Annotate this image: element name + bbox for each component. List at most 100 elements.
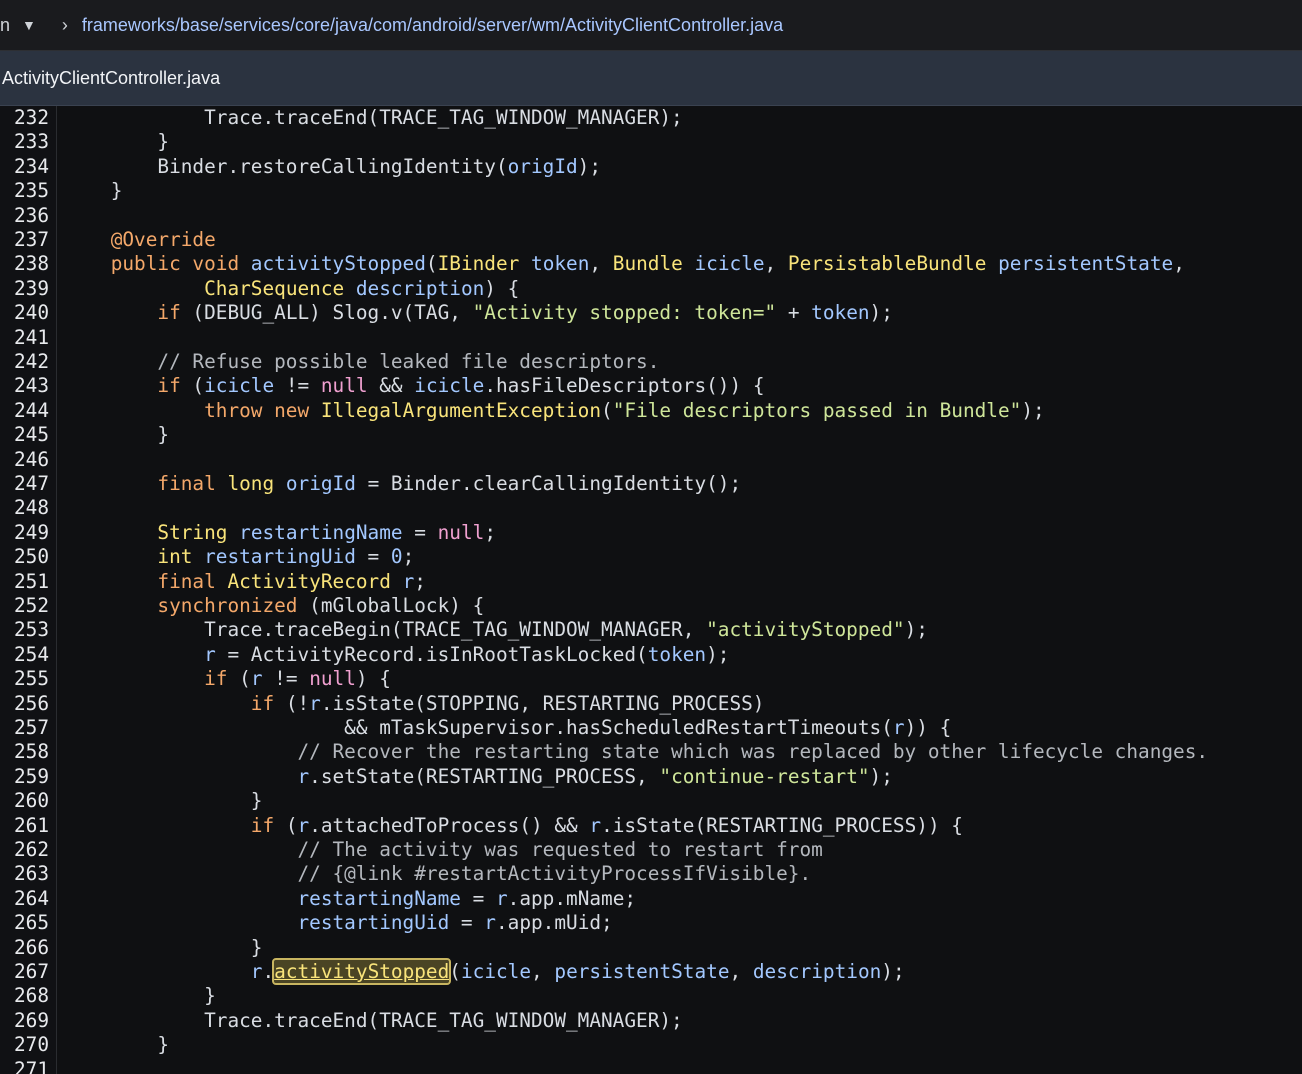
code-token[interactable]: restartingName — [297, 887, 460, 910]
code-token[interactable]: token — [648, 643, 706, 666]
code-line: // The activity was requested to restart… — [64, 838, 822, 862]
code-token[interactable]: long — [227, 472, 274, 495]
code-token: , — [729, 960, 753, 983]
code-token: .setState(RESTARTING_PROCESS, — [309, 764, 660, 788]
line-number: 250 — [13, 545, 49, 569]
line-number: 232 — [13, 106, 49, 129]
code-token[interactable]: r — [893, 716, 905, 739]
code-token: Binder.restoreCallingIdentity( — [64, 154, 508, 178]
highlighted-symbol[interactable]: activityStopped — [272, 958, 452, 985]
code-token: } — [64, 1033, 170, 1057]
code-token[interactable]: PersistableBundle — [788, 252, 986, 275]
code-token[interactable]: origId — [508, 155, 578, 178]
code-token[interactable]: restartingUid — [297, 911, 449, 934]
line-number: 265 — [13, 911, 49, 935]
code-token[interactable]: r — [251, 960, 263, 983]
code-token: Trace.traceEnd(TRACE_TAG_WINDOW_MANAGER)… — [64, 106, 683, 129]
code-line: public void activityStopped(IBinder toke… — [64, 252, 1185, 276]
line-number: 242 — [13, 350, 49, 373]
code-token[interactable]: int — [64, 545, 192, 568]
code-token[interactable]: String — [64, 521, 227, 544]
code-token: ); — [869, 301, 893, 325]
code-token[interactable]: r — [496, 887, 508, 910]
code-line: } — [64, 130, 169, 154]
code-token: "Activity stopped: token=" — [472, 301, 777, 325]
code-token[interactable]: icicle — [204, 374, 274, 397]
code-token: } — [64, 789, 263, 813]
code-token: null — [437, 520, 485, 544]
code-line: restartingName = r.app.mName; — [64, 887, 636, 911]
repo-selector-fragment[interactable]: n — [0, 15, 10, 36]
code-token[interactable]: icicle — [414, 374, 484, 397]
code-token[interactable]: r — [251, 667, 263, 690]
code-token: )) { — [904, 716, 952, 739]
code-token: throw new — [64, 398, 321, 422]
code-token[interactable]: r — [297, 765, 309, 788]
code-token[interactable]: description — [753, 960, 881, 983]
code-token[interactable]: r — [589, 814, 601, 837]
code-line: String restartingName = null; — [64, 521, 496, 545]
code-line: @Override — [64, 228, 216, 252]
code-token[interactable]: token — [531, 252, 589, 275]
code-token[interactable]: icicle — [695, 252, 765, 275]
code-token: ) { — [484, 276, 520, 300]
line-number: 253 — [13, 618, 49, 642]
code-line: Trace.traceEnd(TRACE_TAG_WINDOW_MANAGER)… — [64, 1009, 683, 1033]
code-token[interactable]: persistentState — [554, 960, 729, 983]
code-token[interactable]: IBinder — [438, 252, 520, 275]
code-line: throw new IllegalArgumentException("File… — [64, 399, 1045, 423]
code-area[interactable]: Trace.traceEnd(TRACE_TAG_WINDOW_MANAGER)… — [64, 106, 1302, 1074]
code-line: && mTaskSupervisor.hasScheduledRestartTi… — [64, 716, 951, 740]
file-header: ActivityClientController.java — [0, 51, 1302, 106]
line-number: 247 — [13, 472, 49, 495]
chevron-right-icon: › — [61, 14, 68, 35]
code-token[interactable]: restartingUid — [204, 545, 356, 568]
line-number: 236 — [13, 203, 49, 227]
code-token: } — [64, 130, 170, 154]
code-token[interactable]: r — [403, 570, 415, 593]
code-token[interactable]: token — [811, 301, 869, 324]
line-number: 235 — [13, 179, 49, 203]
code-token[interactable]: r — [484, 911, 496, 934]
code-token: ); — [706, 642, 730, 666]
code-token: } — [64, 984, 216, 1008]
code-token[interactable]: ActivityRecord — [227, 570, 390, 593]
code-line: } — [64, 789, 263, 813]
file-path-breadcrumb[interactable]: frameworks/base/services/core/java/com/a… — [82, 15, 783, 36]
code-line: } — [64, 179, 123, 203]
chevron-down-icon[interactable]: ▼ — [22, 17, 36, 33]
code-line: r = ActivityRecord.isInRootTaskLocked(to… — [64, 643, 729, 667]
code-token[interactable]: r — [309, 692, 321, 715]
code-token[interactable]: persistentState — [998, 252, 1173, 275]
code-token[interactable]: IllegalArgumentException — [321, 399, 601, 422]
code-token[interactable]: origId — [286, 472, 356, 495]
code-token[interactable]: r — [204, 643, 216, 666]
code-token[interactable]: activityStopped — [251, 252, 426, 275]
code-token: ( — [601, 398, 613, 422]
line-number: 234 — [13, 154, 49, 178]
code-token[interactable]: description — [356, 277, 484, 300]
code-token[interactable]: Bundle — [613, 252, 683, 275]
code-token: && — [367, 374, 415, 398]
code-line: } — [64, 936, 263, 960]
code-token: ); — [1021, 398, 1045, 422]
line-number: 271 — [13, 1057, 49, 1074]
code-token: .hasFileDescriptors()) { — [484, 374, 765, 398]
code-token[interactable]: restartingName — [239, 521, 402, 544]
code-line: if (r.attachedToProcess() && r.isState(R… — [64, 814, 963, 838]
line-number: 262 — [13, 838, 49, 861]
code-editor[interactable]: 232 233 234 235 236 237 238 239 240 241 242 243 244 2… — [0, 106, 1302, 1074]
code-line: if (r != null) { — [64, 667, 391, 691]
line-number: 246 — [13, 447, 49, 471]
code-token[interactable]: icicle — [461, 960, 531, 983]
line-number: 248 — [13, 496, 49, 520]
code-token[interactable]: r — [298, 814, 310, 837]
code-token[interactable]: CharSequence — [204, 277, 344, 300]
code-token: if — [64, 813, 275, 837]
